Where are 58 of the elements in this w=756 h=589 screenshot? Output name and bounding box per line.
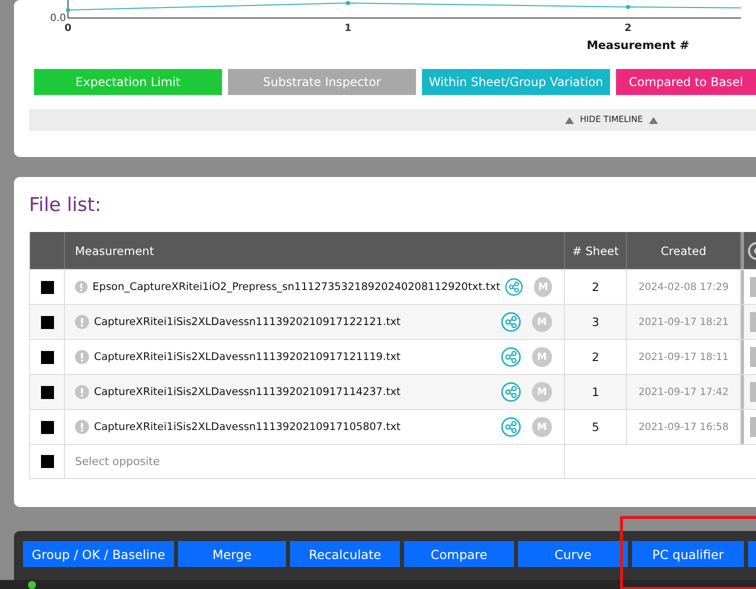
row-checkbox[interactable] xyxy=(40,316,54,328)
target-icon[interactable] xyxy=(746,242,756,260)
warning-icon xyxy=(75,280,88,294)
row-action-handle[interactable] xyxy=(750,312,756,332)
share-icon[interactable] xyxy=(501,417,521,437)
toolbar-button[interactable]: Merge xyxy=(178,541,286,567)
file-name: CaptureXRitei1iSis2XLDavessn1113920210917114237.txt xyxy=(94,386,402,398)
warning-icon xyxy=(75,350,89,364)
sheet-count: 1 xyxy=(565,375,627,409)
up-triangle-icon xyxy=(648,116,658,124)
file-name: CaptureXRitei1iSis2XLDavessn1113920210917122121.txt xyxy=(94,316,402,328)
file-name: CaptureXRitei1iSis2XLDavessn1113920210917105807.txt xyxy=(94,421,402,433)
warning-icon xyxy=(75,315,89,329)
x-tick-label: 1 xyxy=(344,23,352,34)
created-date: 2021-09-17 18:21 xyxy=(627,305,741,339)
select-opposite-label[interactable]: Select opposite xyxy=(75,455,160,468)
timeline-toggle-bar[interactable]: HIDE TIMELINE xyxy=(29,109,756,131)
row-checkbox[interactable] xyxy=(40,350,54,364)
row-action-handle[interactable] xyxy=(750,347,756,367)
sheet-count: 5 xyxy=(565,410,627,444)
sheet-count: 3 xyxy=(565,305,627,339)
section-title: File list: xyxy=(29,194,102,218)
x-tick-label: 2 xyxy=(624,23,632,34)
row-checkbox[interactable] xyxy=(40,280,54,294)
status-dot-icon xyxy=(28,580,36,588)
row-action-handle[interactable] xyxy=(750,382,756,402)
row-action-handle[interactable] xyxy=(750,417,756,437)
row-checkbox[interactable] xyxy=(40,386,54,398)
toolbar-button[interactable]: Compare xyxy=(404,541,514,567)
toolbar-button[interactable]: Group / OK / Baseline xyxy=(23,541,174,567)
share-icon[interactable] xyxy=(505,277,524,297)
timeline-toggle-label: HIDE TIMELINE xyxy=(580,115,643,125)
file-name: Epson_CaptureXRitei1iO2_Prepress_sn11127353218920240208112920txt.txt xyxy=(92,281,500,293)
up-triangle-icon xyxy=(565,116,574,124)
legend-button[interactable]: Substrate Inspector xyxy=(228,69,416,95)
toolbar-button[interactable]: Recalculate xyxy=(290,541,400,567)
warning-icon xyxy=(75,420,89,434)
created-date: 2024-02-08 17:29 xyxy=(627,270,741,304)
axis-title: Measurement # xyxy=(586,38,690,52)
created-date: 2021-09-17 17:42 xyxy=(627,375,741,409)
share-icon[interactable] xyxy=(501,312,521,332)
toolbar-button[interactable]: PC qualifier xyxy=(632,541,744,567)
row-action-handle[interactable] xyxy=(750,277,756,297)
row-checkbox[interactable] xyxy=(40,420,54,434)
select-opposite-checkbox[interactable] xyxy=(40,455,54,468)
y-tick-label: 0.0 xyxy=(50,13,66,24)
x-tick-label: 0 xyxy=(64,23,72,34)
sheet-count: 2 xyxy=(565,340,627,374)
toolbar-button[interactable]: Curve xyxy=(518,541,628,567)
sheet-count: 2 xyxy=(565,270,627,304)
created-date: 2021-09-17 18:11 xyxy=(627,340,741,374)
created-date: 2021-09-17 16:58 xyxy=(627,410,741,444)
file-name: CaptureXRitei1iSis2XLDavessn1113920210917121119.txt xyxy=(94,351,402,363)
legend-button[interactable]: Compared to Basel xyxy=(616,69,756,95)
share-icon[interactable] xyxy=(501,347,521,367)
legend-button[interactable]: Within Sheet/Group Variation xyxy=(422,69,610,95)
share-icon[interactable] xyxy=(501,382,521,402)
warning-icon xyxy=(75,385,89,399)
